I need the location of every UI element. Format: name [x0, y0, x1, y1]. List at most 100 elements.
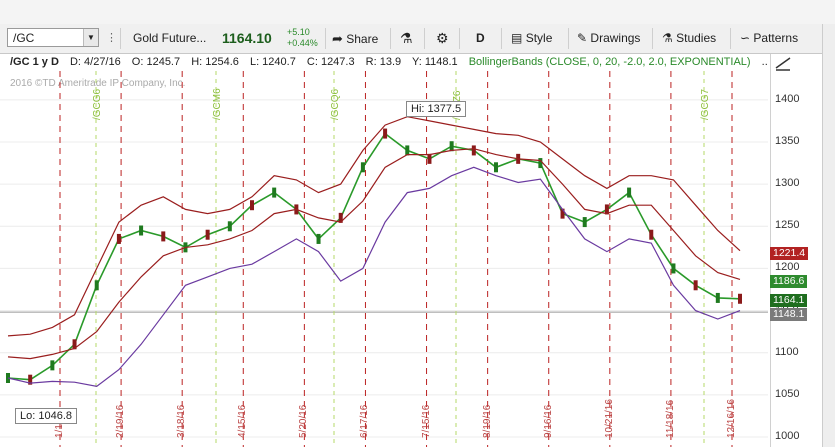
price-change: +5.10 +0.44%: [287, 27, 318, 48]
candle: [161, 231, 166, 242]
candle: [116, 233, 121, 244]
candle: [205, 229, 210, 240]
candle: [582, 217, 587, 228]
candle: [94, 280, 99, 291]
low-callout: Lo: 1046.8: [15, 408, 77, 424]
studies-label: Studies: [676, 31, 717, 45]
candle: [538, 158, 543, 169]
drawings-button[interactable]: ✎ Drawings: [577, 24, 640, 53]
x-tick-label: 9/16/16: [542, 404, 554, 438]
separator: [652, 28, 653, 49]
candle: [405, 145, 410, 156]
candle: [471, 145, 476, 156]
info-more[interactable]: ..: [762, 56, 768, 68]
window-top-strip: [0, 0, 835, 25]
style-button[interactable]: ▤ Style: [511, 24, 552, 53]
series-lower-band: [7, 166, 741, 388]
upper-band-tag: 1221.4: [770, 247, 809, 260]
series-close: [7, 132, 741, 381]
info-high: H: 1254.6: [191, 56, 239, 68]
candle: [139, 225, 144, 236]
study-label[interactable]: BollingerBands (CLOSE, 0, 20, -2.0, 2.0,…: [469, 56, 751, 68]
style-label: Style: [525, 31, 553, 45]
y-tick-label: 1350: [775, 135, 800, 147]
middle-band-tag: 1186.6: [770, 275, 808, 288]
chart-toolbar: /GC ▼ ⋮ Gold Future... 1164.10 +5.10 +0.4…: [0, 24, 835, 54]
flask-icon: ⚗: [662, 31, 673, 45]
candle: [494, 162, 498, 173]
expiration-label: /GCM6: [212, 88, 223, 120]
candle: [715, 292, 720, 303]
share-button[interactable]: ➦ Share: [332, 24, 378, 53]
share-icon: ➦: [332, 31, 343, 46]
candle: [427, 153, 432, 164]
separator: [325, 28, 326, 49]
x-tick-label: 5/20/16: [298, 404, 310, 438]
separator: [730, 28, 731, 49]
instrument-name: Gold Future...: [133, 31, 207, 45]
expiration-label: /GCG6: [92, 88, 103, 120]
expiration-label: /GCQ6: [330, 88, 341, 120]
candlestick-icon: ▤: [511, 31, 523, 45]
patterns-icon: ∽: [740, 31, 751, 45]
patterns-button[interactable]: ∽ Patterns: [740, 24, 798, 53]
candle: [649, 229, 654, 240]
price-chart[interactable]: [0, 71, 768, 447]
symbol-selector[interactable]: /GC ▼: [7, 28, 99, 47]
separator: [459, 28, 460, 49]
symbol-text: /GC: [13, 31, 35, 45]
candle: [383, 128, 388, 139]
gear-icon[interactable]: ⚙: [436, 24, 449, 53]
patterns-label: Patterns: [753, 31, 799, 45]
candle: [227, 221, 232, 232]
studies-button[interactable]: ⚗ Studies: [662, 24, 716, 53]
y-tick-label: 1100: [775, 345, 799, 358]
x-tick-label: 2/19/16: [115, 404, 127, 438]
candle: [693, 280, 698, 291]
pencil-icon: ✎: [577, 31, 588, 45]
share-label: Share: [346, 32, 379, 46]
y-tick-label: 1400: [775, 92, 800, 105]
menu-dots-icon[interactable]: ⋮: [106, 24, 117, 53]
y-tick-label: 1200: [775, 261, 800, 274]
info-label: /GC 1 y D: [10, 56, 59, 68]
y-tick-label: 1050: [775, 387, 800, 400]
x-tick-label: 4/15/16: [237, 404, 249, 438]
drawings-label: Drawings: [590, 31, 641, 45]
x-tick-label: 8/19/16: [481, 404, 493, 438]
series-middle-band: [7, 148, 741, 360]
last-price: 1164.10: [222, 30, 272, 46]
candle: [250, 200, 254, 211]
candle: [627, 187, 632, 198]
info-close: C: 1247.3: [306, 56, 355, 68]
separator: [120, 28, 121, 49]
info-date: D: 4/27/16: [69, 56, 121, 68]
last-price-tag: 1164.1: [770, 294, 808, 307]
period-button[interactable]: D: [476, 24, 485, 53]
scrollbar[interactable]: [822, 24, 835, 447]
candle: [272, 187, 277, 198]
candle: [738, 293, 742, 304]
x-tick-label: 12/16/16: [726, 399, 737, 438]
y-tick-label: 1000: [775, 430, 800, 442]
candle: [50, 360, 55, 371]
y-tick-label: 1300: [775, 177, 800, 190]
x-tick-label: 6/17/16: [359, 404, 371, 438]
info-y: Y: 1148.1: [411, 56, 458, 68]
candle: [360, 162, 365, 173]
separator: [390, 28, 391, 49]
x-tick-label: 7/15/16: [420, 404, 432, 438]
flask-icon[interactable]: ⚗: [400, 24, 413, 53]
drawing-tool-icon[interactable]: [773, 55, 793, 71]
x-tick-label: 3/18/16: [176, 404, 188, 438]
separator: [568, 28, 569, 49]
separator: [501, 28, 502, 49]
x-tick-label: 11/18/16: [664, 399, 676, 438]
cursor-price-tag: 1148.1: [770, 308, 808, 321]
chevron-down-icon[interactable]: ▼: [83, 29, 98, 46]
info-low: L: 1240.7: [249, 56, 296, 68]
x-tick-label: 10/21/16: [603, 399, 615, 438]
candle: [671, 263, 676, 274]
info-range: R: 13.9: [365, 56, 402, 68]
candle: [316, 233, 321, 244]
